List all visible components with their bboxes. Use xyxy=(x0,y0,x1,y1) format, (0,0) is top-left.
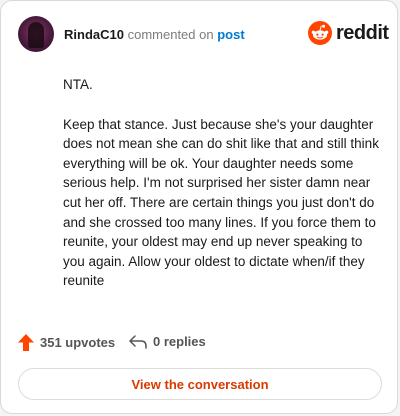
comment-paragraph: NTA. xyxy=(63,77,93,92)
embedded-comment-card: RindaC10 commented on post reddit NTA. K… xyxy=(0,0,398,414)
reply-stat[interactable]: 0 replies xyxy=(129,334,206,349)
post-link[interactable]: post xyxy=(217,27,244,42)
comment-footer: 351 upvotes 0 replies xyxy=(18,334,381,354)
comment-body: NTA. Keep that stance. Just because she'… xyxy=(63,75,381,311)
upvote-stat[interactable]: 351 upvotes xyxy=(18,334,115,351)
reddit-snoo-icon xyxy=(308,21,332,45)
comment-header: RindaC10 commented on post reddit xyxy=(18,16,389,52)
avatar-figure xyxy=(28,22,44,48)
upvote-arrow-icon xyxy=(18,334,34,351)
reply-arrow-icon xyxy=(129,334,147,349)
comment-paragraph: Keep that stance. Just because she's you… xyxy=(63,116,379,289)
username[interactable]: RindaC10 xyxy=(64,27,124,42)
view-conversation-button[interactable]: View the conversation xyxy=(18,368,382,400)
reply-count: 0 replies xyxy=(153,334,206,349)
action-text: commented on xyxy=(127,27,214,42)
brand-wordmark: reddit xyxy=(336,22,389,44)
avatar[interactable] xyxy=(18,16,54,52)
author-line: RindaC10 commented on post xyxy=(64,27,245,43)
upvote-count: 351 upvotes xyxy=(40,335,116,350)
reddit-logo[interactable]: reddit xyxy=(308,21,389,47)
